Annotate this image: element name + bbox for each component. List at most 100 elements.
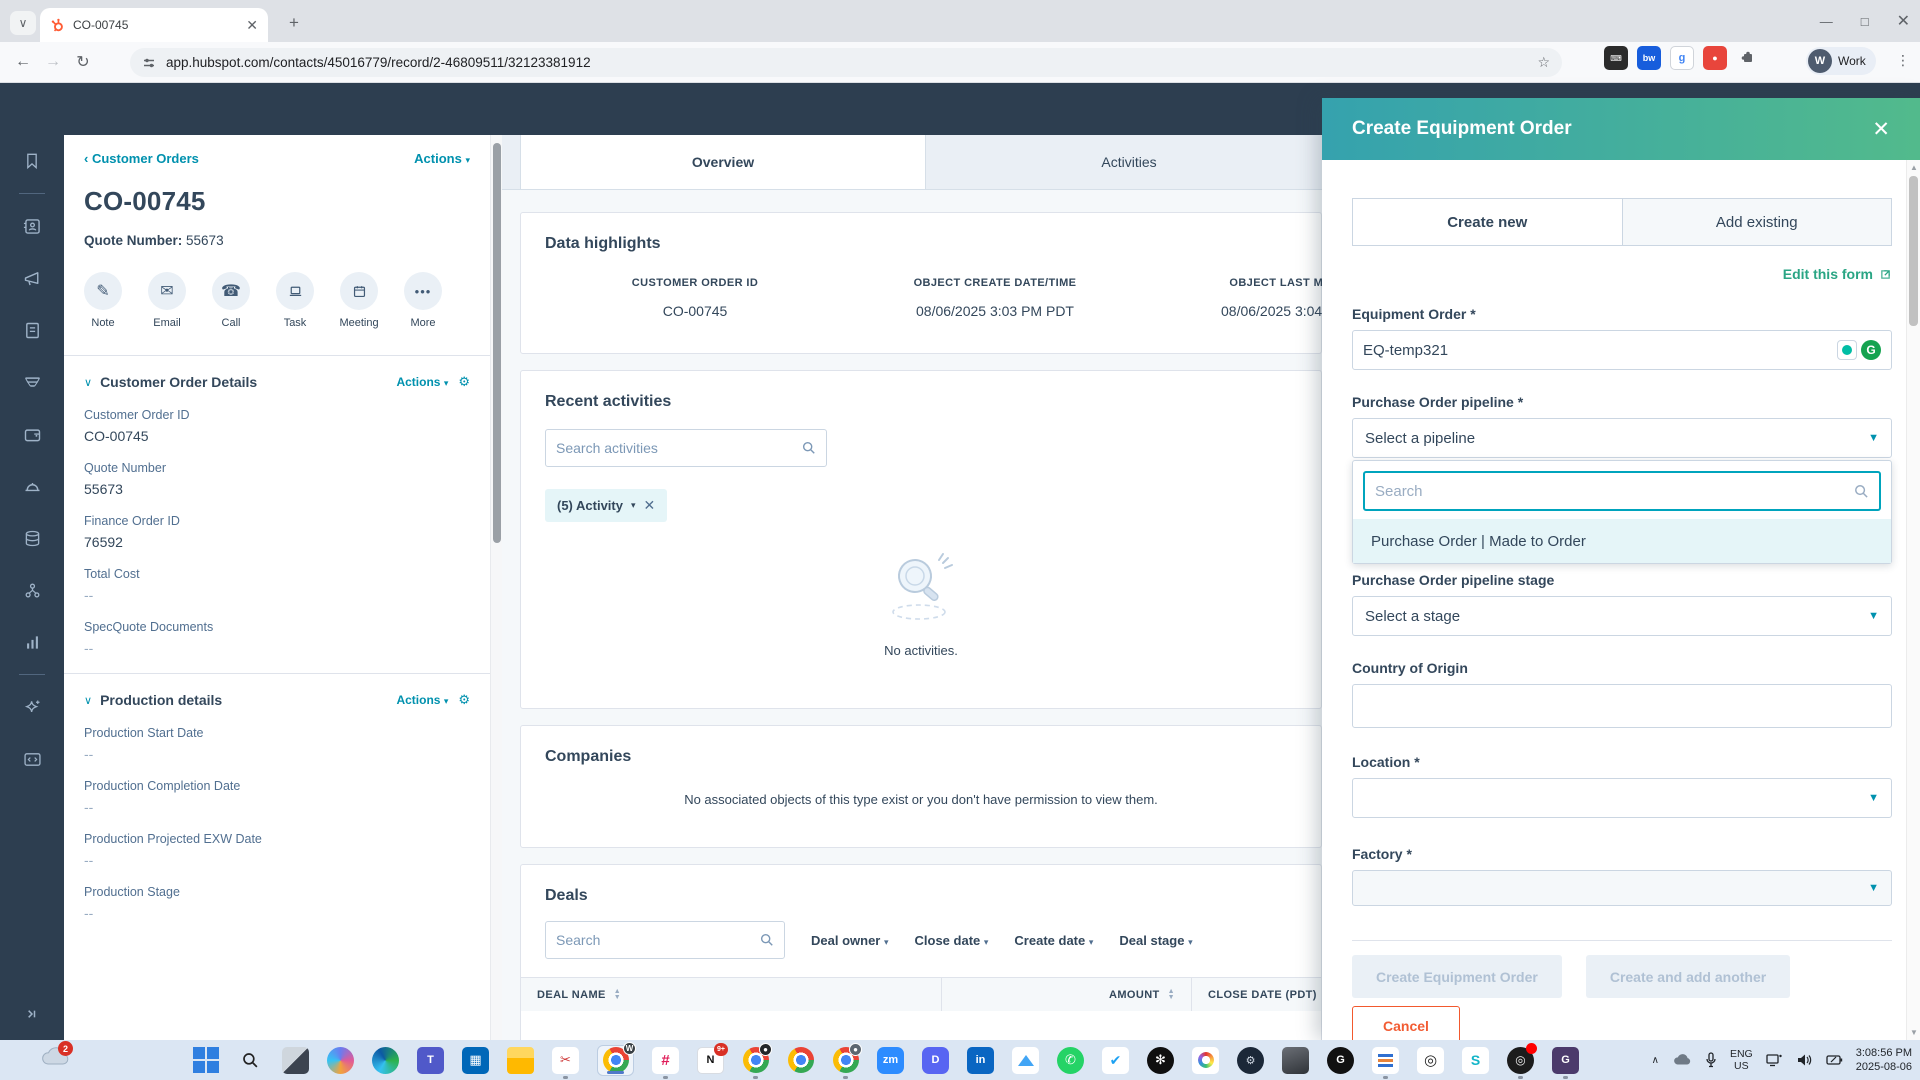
panel-scrollbar[interactable]: ▲ ▼ xyxy=(1906,160,1920,1040)
avatar-app-icon[interactable] xyxy=(1282,1046,1309,1074)
location-select[interactable]: ▼ xyxy=(1352,778,1892,818)
sidebar-item-service[interactable] xyxy=(0,460,64,512)
filter-deal-stage[interactable]: Deal stage ▾ xyxy=(1119,933,1192,948)
sidebar-item-commerce[interactable] xyxy=(0,408,64,460)
volume-icon[interactable] xyxy=(1796,1053,1813,1067)
tab-overview[interactable]: Overview xyxy=(520,135,926,189)
more-button[interactable]: ••• More xyxy=(404,272,442,329)
dropdown-option-purchase-order[interactable]: Purchase Order | Made to Order xyxy=(1353,519,1891,563)
teams-icon[interactable]: T xyxy=(417,1046,444,1074)
column-close-date[interactable]: CLOSE DATE (PDT) xyxy=(1191,978,1321,1011)
back-to-customer-orders-link[interactable]: ‹ Customer Orders xyxy=(84,151,199,166)
chrome-profile-3-icon[interactable] xyxy=(787,1047,814,1074)
browser-tab[interactable]: CO-00745 ✕ xyxy=(40,8,268,42)
surfshark-icon[interactable]: S xyxy=(1462,1046,1489,1074)
extensions-puzzle-icon[interactable] xyxy=(1736,46,1760,70)
country-input[interactable] xyxy=(1352,684,1892,728)
address-bar[interactable]: app.hubspot.com/contacts/45016779/record… xyxy=(130,48,1562,77)
cancel-button[interactable]: Cancel xyxy=(1352,1006,1460,1040)
battery-icon[interactable] xyxy=(1826,1053,1843,1067)
create-and-add-another-button[interactable]: Create and add another xyxy=(1585,955,1791,998)
bookmark-star-icon[interactable]: ☆ xyxy=(1537,54,1550,71)
task-button[interactable]: Task xyxy=(276,272,314,329)
extension-bitwarden-icon[interactable]: bw xyxy=(1637,46,1661,70)
tray-onedrive-icon[interactable] xyxy=(1672,1053,1692,1067)
window-maximize-button[interactable]: □ xyxy=(1861,14,1869,29)
tab-add-existing[interactable]: Add existing xyxy=(1622,199,1891,245)
stage-select[interactable]: Select a stage ▼ xyxy=(1352,596,1892,636)
activity-filter-chip[interactable]: (5) Activity ▾ ✕ xyxy=(545,489,668,522)
window-close-button[interactable]: ✕ xyxy=(1897,11,1910,31)
steam-icon[interactable]: ⚙ xyxy=(1237,1046,1264,1074)
new-tab-button[interactable]: + xyxy=(282,11,306,35)
gear-icon[interactable]: ⚙ xyxy=(458,374,470,390)
edit-this-form-link[interactable]: Edit this form xyxy=(1783,266,1892,282)
start-button[interactable] xyxy=(192,1047,219,1074)
taskbar-search-button[interactable] xyxy=(237,1047,264,1074)
target-app-icon[interactable]: ◎ xyxy=(1417,1046,1444,1074)
microphone-icon[interactable] xyxy=(1705,1052,1717,1068)
file-explorer-icon[interactable] xyxy=(507,1046,534,1074)
sidebar-item-content[interactable] xyxy=(0,304,64,356)
clock[interactable]: 3:08:56 PM 2025-08-06 xyxy=(1856,1046,1912,1074)
column-amount[interactable]: AMOUNT ▲ ▼ xyxy=(941,978,1191,1011)
snipping-tool-icon[interactable]: ✂ xyxy=(552,1046,579,1079)
zoom-icon[interactable]: zm xyxy=(877,1046,904,1074)
sidebar-expand-button[interactable] xyxy=(0,988,64,1040)
extension-g-icon[interactable]: g xyxy=(1670,46,1694,70)
tab-close-icon[interactable]: ✕ xyxy=(246,17,258,34)
logitech-g-icon[interactable]: G xyxy=(1327,1046,1354,1074)
forward-button[interactable]: → xyxy=(38,53,68,71)
obs-icon[interactable]: ◎ xyxy=(1507,1042,1537,1079)
reload-button[interactable]: ↻ xyxy=(68,52,98,72)
window-minimize-button[interactable]: — xyxy=(1820,14,1833,29)
sidebar-item-sales[interactable] xyxy=(0,356,64,408)
equipment-order-input[interactable]: G xyxy=(1352,330,1892,370)
sidebar-item-marketing[interactable] xyxy=(0,252,64,304)
notion-icon[interactable]: N 9+ xyxy=(697,1042,728,1074)
gimp-icon[interactable]: G xyxy=(1552,1046,1579,1079)
color-ring-app-icon[interactable] xyxy=(1192,1046,1219,1074)
record-scrollbar[interactable] xyxy=(490,135,502,1040)
meeting-button[interactable]: Meeting xyxy=(339,272,379,329)
filter-close-date[interactable]: Close date ▾ xyxy=(915,933,989,948)
sort-icons[interactable]: ▲ ▼ xyxy=(614,988,621,1001)
back-button[interactable]: ← xyxy=(8,53,38,71)
note-button[interactable]: ✎ Note xyxy=(84,272,122,329)
language-indicator[interactable]: ENG US xyxy=(1730,1048,1753,1072)
tray-expand-icon[interactable]: ∧ xyxy=(1652,1055,1659,1066)
sidebar-item-ai[interactable] xyxy=(0,681,64,733)
chrome-profile-4-icon[interactable]: ● xyxy=(832,1042,862,1079)
hubspot-ai-icon[interactable] xyxy=(1837,340,1857,360)
browser-profile-chip[interactable]: W Work xyxy=(1806,47,1876,75)
grammarly-icon[interactable]: G xyxy=(1861,340,1881,360)
sidebar-item-data[interactable] xyxy=(0,512,64,564)
remove-filter-icon[interactable]: ✕ xyxy=(644,497,656,514)
extension-keyboard-icon[interactable]: ⌨ xyxy=(1604,46,1628,70)
dropdown-search-input[interactable] xyxy=(1363,471,1881,511)
discord-icon[interactable]: D xyxy=(922,1046,949,1074)
pipeline-select[interactable]: Select a pipeline ▼ xyxy=(1352,418,1892,458)
calculator-icon[interactable]: ▦ xyxy=(462,1046,489,1074)
sidebar-item-developer[interactable] xyxy=(0,733,64,785)
gear-icon[interactable]: ⚙ xyxy=(458,692,470,708)
panel-close-icon[interactable]: ✕ xyxy=(1872,117,1890,142)
stripes-app-icon[interactable] xyxy=(1372,1046,1399,1079)
create-equipment-order-button[interactable]: Create Equipment Order xyxy=(1352,955,1562,998)
details-actions-dropdown[interactable]: Actions ▾ xyxy=(396,375,448,389)
sidebar-item-crm[interactable] xyxy=(0,200,64,252)
sort-icons[interactable]: ▲ ▼ xyxy=(1168,988,1175,1001)
sidebar-item-bookmarks[interactable] xyxy=(0,135,64,187)
filter-create-date[interactable]: Create date ▾ xyxy=(1014,933,1093,948)
email-button[interactable]: ✉ Email xyxy=(148,272,186,329)
production-actions-dropdown[interactable]: Actions ▾ xyxy=(396,693,448,707)
search-activities-input[interactable] xyxy=(545,429,827,467)
task-view-button[interactable] xyxy=(282,1046,309,1074)
photos-icon[interactable] xyxy=(1012,1046,1039,1074)
edge-icon[interactable] xyxy=(372,1046,399,1074)
column-deal-name[interactable]: DEAL NAME ▲ ▼ xyxy=(521,978,941,1011)
tab-activities[interactable]: Activities xyxy=(926,135,1332,189)
extension-red-icon[interactable]: ● xyxy=(1703,46,1727,70)
collapse-chevron-icon[interactable]: ∨ xyxy=(84,376,92,389)
record-actions-dropdown[interactable]: Actions ▾ xyxy=(414,151,470,166)
